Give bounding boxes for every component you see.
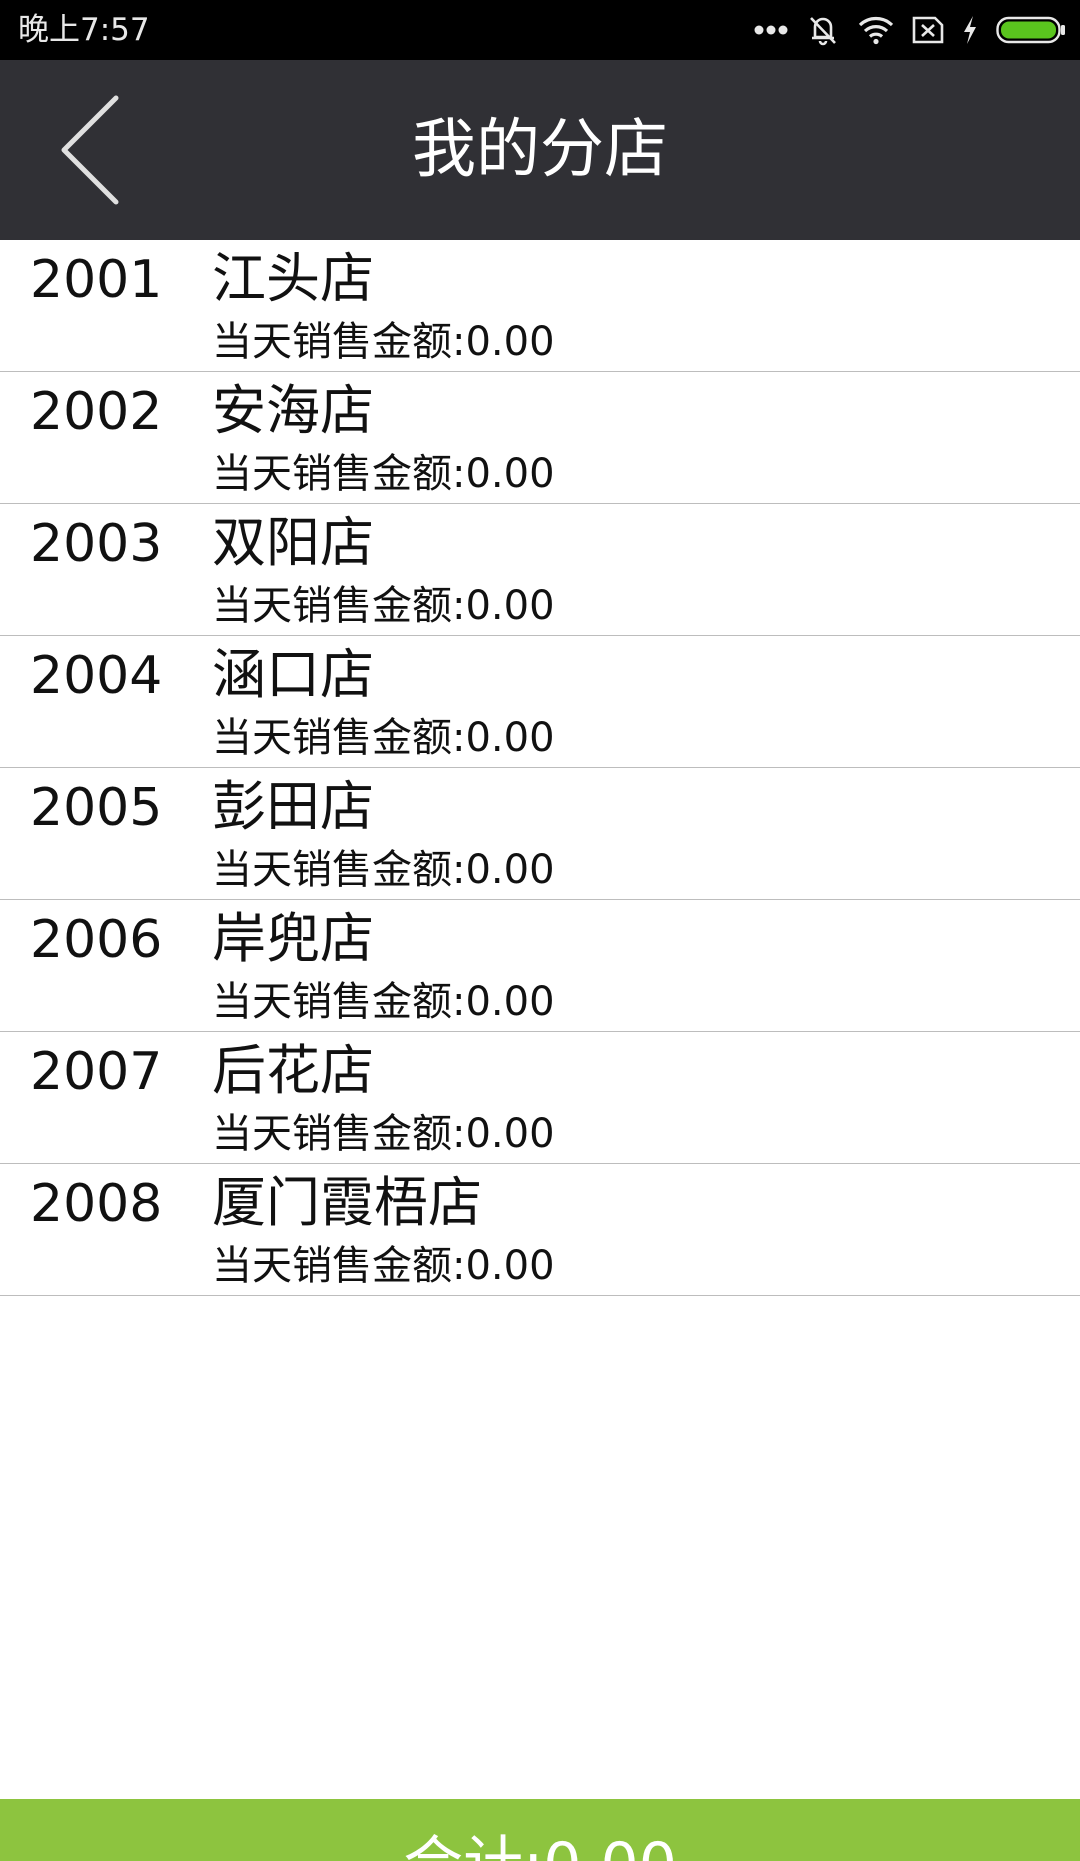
branch-row[interactable]: 2006 岸兜店 当天销售金额:0.00 bbox=[0, 900, 1080, 1032]
branch-row[interactable]: 2001 江头店 当天销售金额:0.00 bbox=[0, 240, 1080, 372]
branch-name: 后花店 bbox=[212, 1039, 374, 1102]
app-header: 我的分店 bbox=[0, 60, 1080, 240]
page-title: 我的分店 bbox=[412, 113, 668, 187]
branch-name: 双阳店 bbox=[212, 511, 374, 574]
charging-bolt-icon bbox=[962, 15, 978, 45]
branch-code: 2001 bbox=[30, 250, 163, 310]
status-time: 晚上7:57 bbox=[18, 12, 150, 48]
silent-vibrate-icon bbox=[806, 13, 840, 47]
branch-name: 厦门霞梧店 bbox=[212, 1171, 482, 1234]
branch-code: 2006 bbox=[30, 910, 163, 970]
branch-code: 2007 bbox=[30, 1042, 163, 1102]
more-dots-icon bbox=[754, 24, 788, 36]
branch-row[interactable]: 2008 厦门霞梧店 当天销售金额:0.00 bbox=[0, 1164, 1080, 1296]
branch-row[interactable]: 2007 后花店 当天销售金额:0.00 bbox=[0, 1032, 1080, 1164]
branch-code: 2005 bbox=[30, 778, 163, 838]
branch-sales-amount: 当天销售金额:0.00 bbox=[212, 847, 555, 893]
branch-name: 彭田店 bbox=[212, 775, 374, 838]
branch-name: 安海店 bbox=[212, 379, 374, 442]
branch-code: 2002 bbox=[30, 382, 163, 442]
branch-code: 2004 bbox=[30, 646, 163, 706]
branch-sales-amount: 当天销售金额:0.00 bbox=[212, 979, 555, 1025]
branch-row[interactable]: 2004 涵口店 当天销售金额:0.00 bbox=[0, 636, 1080, 768]
status-bar: 晚上7:57 bbox=[0, 0, 1080, 60]
branch-name: 江头店 bbox=[212, 247, 374, 310]
branch-list: 2001 江头店 当天销售金额:0.00 2002 安海店 当天销售金额:0.0… bbox=[0, 240, 1080, 1296]
no-sim-icon bbox=[912, 15, 944, 45]
branch-row[interactable]: 2003 双阳店 当天销售金额:0.00 bbox=[0, 504, 1080, 636]
branch-code: 2008 bbox=[30, 1174, 163, 1234]
branch-sales-amount: 当天销售金额:0.00 bbox=[212, 451, 555, 497]
battery-icon bbox=[996, 15, 1066, 45]
branch-code: 2003 bbox=[30, 514, 163, 574]
branch-name: 涵口店 bbox=[212, 643, 374, 706]
branch-row[interactable]: 2005 彭田店 当天销售金额:0.00 bbox=[0, 768, 1080, 900]
status-icons bbox=[754, 12, 1066, 48]
branch-sales-amount: 当天销售金额:0.00 bbox=[212, 583, 555, 629]
total-bar: 合计:0.00 bbox=[0, 1799, 1080, 1861]
branch-name: 岸兜店 bbox=[212, 907, 374, 970]
branch-sales-amount: 当天销售金额:0.00 bbox=[212, 715, 555, 761]
branch-sales-amount: 当天销售金额:0.00 bbox=[212, 1111, 555, 1157]
screen: 晚上7:57 我的分店 2001 江头店 当天销售金额:0.00 2002 安海… bbox=[0, 0, 1080, 1861]
branch-sales-amount: 当天销售金额:0.00 bbox=[212, 319, 555, 365]
branch-sales-amount: 当天销售金额:0.00 bbox=[212, 1243, 555, 1289]
total-amount: 合计:0.00 bbox=[0, 1829, 1080, 1861]
wifi-icon bbox=[858, 15, 894, 45]
branch-row[interactable]: 2002 安海店 当天销售金额:0.00 bbox=[0, 372, 1080, 504]
